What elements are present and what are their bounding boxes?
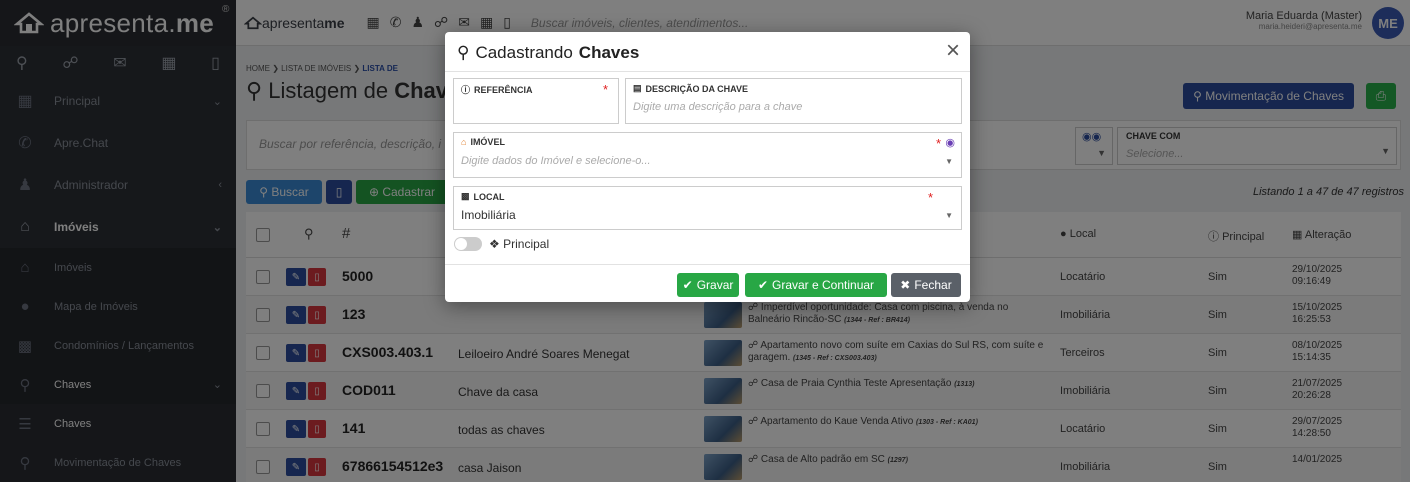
principal-toggle[interactable] — [454, 237, 482, 251]
required-mark: * — [935, 136, 941, 151]
gravar-button[interactable]: ✔ Gravar — [677, 273, 739, 297]
chevron-down-icon: ▼ — [945, 157, 953, 166]
info-icon: ⓘ — [461, 85, 471, 95]
modal-title: ⚲ Cadastrando Chaves — [457, 43, 640, 62]
chevron-down-icon: ▼ — [945, 211, 953, 220]
house-icon: ⌂ — [461, 137, 467, 147]
principal-label: ❖ Principal — [489, 237, 550, 251]
modal-footer: ✔ Gravar ✔ Gravar e Continuar ✖ Fechar — [445, 264, 970, 302]
info-icon: ❖ — [489, 237, 500, 251]
building-icon: ▩ — [461, 191, 470, 201]
document-icon: ▤ — [633, 83, 642, 93]
check-circle-icon: ✔ — [682, 278, 693, 292]
search-circle-icon[interactable]: ◉ — [945, 136, 955, 149]
modal-header: ⚲ Cadastrando Chaves × — [445, 32, 970, 72]
check-circle-icon: ✔ — [757, 278, 768, 292]
close-icon[interactable]: × — [946, 38, 960, 64]
descricao-chave-field[interactable]: ▤ DESCRIÇÃO DA CHAVE Digite uma descrição… — [625, 78, 962, 124]
imovel-select[interactable]: ⌂ IMÓVEL * ◉ Digite dados do Imóvel e sel… — [453, 132, 962, 178]
required-mark: * — [927, 190, 933, 205]
key-icon: ⚲ — [457, 43, 470, 62]
required-mark: * — [602, 82, 608, 97]
referencia-field[interactable]: ⓘ REFERÊNCIA * — [453, 78, 619, 124]
local-select[interactable]: ▩ LOCAL * Imobiliária ▼ — [453, 186, 962, 230]
x-circle-icon: ✖ — [900, 278, 911, 292]
cadastrando-chaves-modal: ⚲ Cadastrando Chaves × ⓘ REFERÊNCIA * ▤ DES… — [445, 32, 970, 302]
fechar-button[interactable]: ✖ Fechar — [891, 273, 961, 297]
gravar-continuar-button[interactable]: ✔ Gravar e Continuar — [745, 273, 887, 297]
